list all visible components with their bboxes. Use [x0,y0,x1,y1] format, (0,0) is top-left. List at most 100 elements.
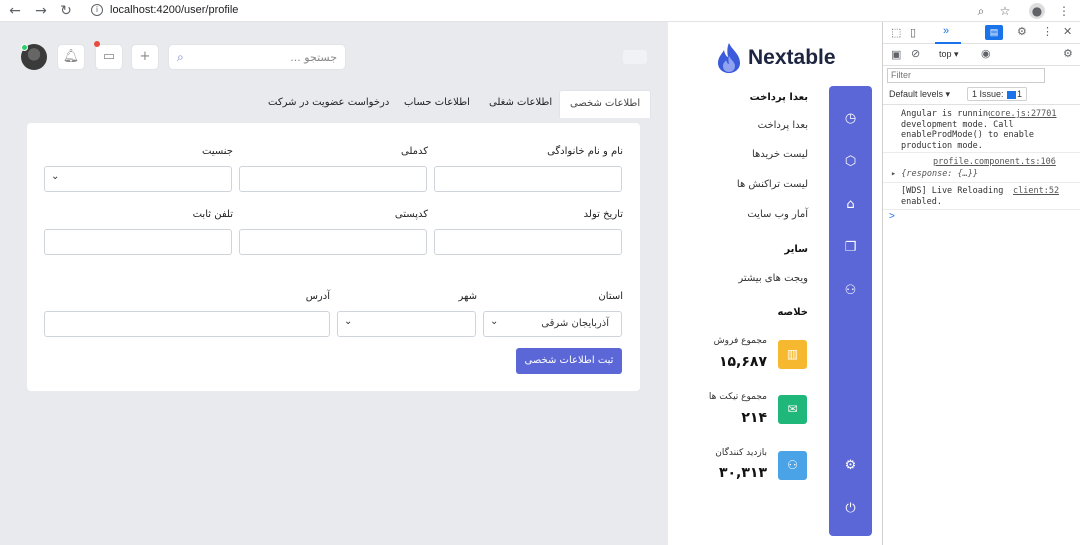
devtools-tabbar: ⬚ ▯ » ▤ ⚙ ⋮ ✕ [883,22,1080,44]
address-field[interactable] [44,311,330,337]
section-other-title: سایر [784,244,808,255]
tab-company-membership[interactable]: درخواست عضویت در شرکت [258,90,399,118]
user-icon: ⚇ [778,451,807,480]
tab-job-info[interactable]: اطلاعات شغلی [479,90,562,118]
box-icon[interactable]: ⬡ [829,154,872,169]
icon-rail: ◷ ⬡ ⌂ ❐ ⚇ ⚙ ⏻ [829,86,872,536]
power-icon[interactable]: ⏻ [829,501,872,516]
issues-button[interactable]: 1 Issue: 1 [967,87,1028,101]
message-notification-dot [94,41,100,47]
tab-personal-info[interactable]: اطلاعات شخصی [559,90,652,118]
console-messages-icon[interactable]: ▤ [985,25,1003,40]
search-placeholder: جستجو ... [290,51,337,64]
console-filter-input[interactable]: Filter [887,68,1045,83]
chevron-down-icon: ⌄ [490,316,499,327]
gender-select[interactable]: ⌄ [44,166,232,192]
settings-gear-icon[interactable]: ⚙ [1017,25,1027,38]
default-levels-dropdown[interactable]: Default levels ▾ [889,89,950,100]
console-source-link[interactable]: client:52 [1013,186,1059,196]
gender-label: جنسیت [202,146,233,157]
device-toggle-icon[interactable]: ▯ [910,26,916,39]
phone-field[interactable] [44,229,232,255]
menu-kebab-icon[interactable]: ⋮ [1055,2,1073,20]
province-value: آذربایجان شرقی [541,318,609,329]
dashboard-icon[interactable]: ◷ [829,111,872,126]
phone-label: تلفن ثابت [192,209,233,220]
console-separator [883,152,1080,153]
console-object-entry[interactable]: ▸ {response: {…}} [891,169,1051,180]
context-select[interactable]: top ▾ [939,49,959,60]
sidebar: Nextable بعدا پرداخت بعدا پرداخت لیست خر… [668,22,882,545]
profile-form-card: نام و نام خانوادگی کدملی جنسیت ⌄ تاریخ ت… [27,123,640,391]
nav-item-purchases[interactable]: لیست خریدها [752,149,808,160]
main-content: 🔔︎ ▭ + ⌕ جستجو ... اطلاعات شخصی اطلاعات … [0,22,668,545]
tab-account-info[interactable]: اطلاعات حساب [394,90,480,118]
city-select[interactable]: ⌄ [337,311,476,337]
stat-sales-label: مجموع فروش [713,336,767,346]
province-select[interactable]: آذربایجان شرقی ⌄ [483,311,622,337]
app-viewport: 🔔︎ ▭ + ⌕ جستجو ... اطلاعات شخصی اطلاعات … [0,22,882,545]
site-info-icon[interactable]: i [91,4,103,16]
console-object-text: {response: {…}} [901,169,979,179]
stat-visitors-value: ۳۰,۳۱۳ [718,465,767,481]
console-settings-icon[interactable]: ⚙ [1063,47,1073,60]
nav-item-transactions[interactable]: لیست تراکنش ها [737,179,808,190]
nav-item-pay-later[interactable]: بعدا پرداخت [758,120,808,131]
province-label: استان [598,291,623,302]
console-toolbar: ▣ ⊘ top ▾ ◉ ⚙ [883,44,1080,66]
brand-name: Nextable [748,46,836,69]
full-name-label: نام و نام خانوادگی [547,146,623,157]
gear-icon[interactable]: ⚙ [829,458,872,473]
console-source-link[interactable]: profile.component.ts:106 [933,157,1056,167]
national-code-field[interactable] [239,166,427,192]
user-icon[interactable]: ⚇ [829,283,872,298]
bookmark-star-icon[interactable]: ☆ [996,2,1014,20]
forward-icon[interactable]: → [32,2,50,20]
plus-icon[interactable]: + [131,44,159,70]
console-separator [883,209,1080,210]
console-source-link[interactable]: core.js:27701 [990,109,1057,119]
reload-icon[interactable]: ↻ [57,2,75,20]
section-payment-title: بعدا پرداخت [749,92,808,103]
message-icon[interactable]: ▭ [95,44,123,70]
address-label: آدرس [305,291,330,302]
postal-code-field[interactable] [239,229,427,255]
birth-date-label: تاریخ تولد [583,209,623,220]
nav-item-more-widgets[interactable]: ویجت های بیشتر [738,273,808,284]
sidebar-toggle-icon[interactable]: ▣ [891,48,901,61]
submit-personal-info-button[interactable]: ثبت اطلاعات شخصی [516,348,622,374]
chevron-down-icon: ⌄ [51,171,60,182]
search-icon: ⌕ [177,50,184,64]
console-message-text: [WDS] Live Reloading enabled. [901,186,1004,207]
nav-item-website-stats[interactable]: آمار وب سایت [747,209,808,220]
window-icon[interactable]: ❐ [829,240,872,255]
bell-icon[interactable]: 🔔︎ [57,44,85,70]
back-icon[interactable]: ← [6,2,24,20]
devtools-panel: ⬚ ▯ » ▤ ⚙ ⋮ ✕ ▣ ⊘ top ▾ ◉ ⚙ Filter Defau… [882,22,1080,545]
postal-code-label: کدپستی [394,209,428,220]
address-bar[interactable]: localhost:4200/user/profile [110,4,238,16]
brand[interactable]: Nextable [716,42,856,76]
stat-sales-value: ۱۵,۶۸۷ [718,354,767,370]
eye-icon[interactable]: ◉ [981,47,991,60]
search-input[interactable]: ⌕ جستجو ... [168,44,346,70]
zoom-icon[interactable]: ⌕ [972,2,990,20]
kebab-menu-icon[interactable]: ⋮ [1042,25,1053,38]
city-label: شهر [458,291,477,302]
flame-logo-icon [718,43,740,73]
clear-console-icon[interactable]: ⊘ [911,47,920,60]
inspect-icon[interactable]: ⬚ [891,26,901,39]
birth-date-field[interactable] [434,229,622,255]
profile-icon[interactable]: ● [1029,3,1045,19]
store-icon[interactable]: ⌂ [829,197,872,212]
browser-toolbar: ← → ↻ i localhost:4200/user/profile ⌕ ☆ … [0,0,1080,22]
mail-icon: ✉ [778,395,807,424]
close-icon[interactable]: ✕ [1063,25,1072,38]
stat-visitors-label: بازدید کنندگان [715,448,767,458]
console-prompt[interactable]: > [889,211,895,222]
full-name-field[interactable] [434,166,622,192]
more-tabs-icon[interactable]: » [943,25,949,37]
topbar-placeholder-block [623,50,647,64]
console-message: [WDS] Live Reloading enabled. [901,186,1016,207]
section-summary-title: خلاصه [777,307,808,318]
